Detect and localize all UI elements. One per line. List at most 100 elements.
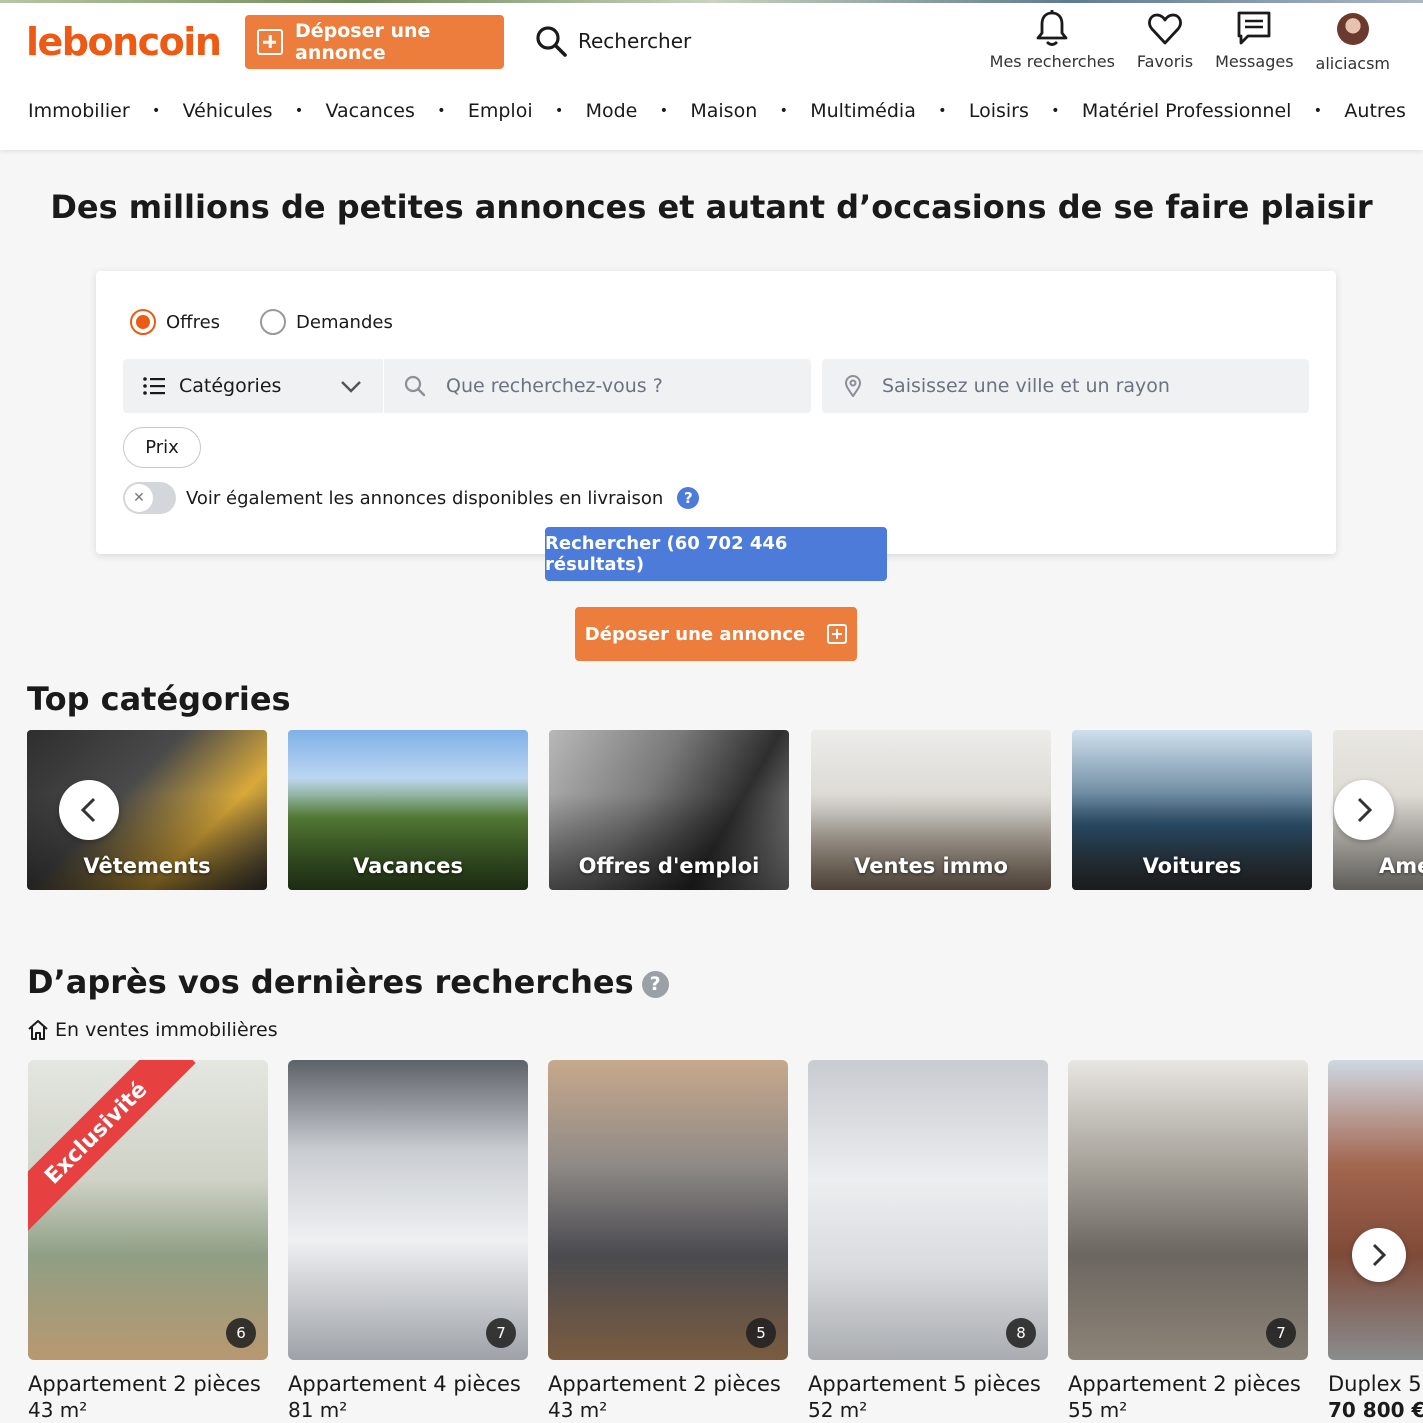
listing-price: 70 800 € <box>1328 1398 1423 1422</box>
ad-type-radios: Offres Demandes <box>130 309 393 335</box>
help-icon[interactable]: ? <box>641 970 669 998</box>
listing-photo: 7 <box>288 1060 528 1360</box>
search-link[interactable]: Rechercher <box>534 24 691 58</box>
tile-label: Vacances <box>352 854 464 878</box>
radio-offers[interactable]: Offres <box>130 309 220 335</box>
photo-count-badge: 7 <box>1266 1318 1296 1348</box>
chevron-left-icon <box>80 797 96 823</box>
radio-requests[interactable]: Demandes <box>260 309 393 335</box>
category-link[interactable]: Emploi <box>468 100 533 122</box>
top-categories-carousel: Vêtements Vacances Offres d'emploi Vente… <box>27 730 1423 890</box>
tile-label: Ventes immo <box>854 854 1008 878</box>
chevron-down-icon <box>341 381 361 393</box>
listing-photo: 8 <box>808 1060 1048 1360</box>
category-link[interactable]: Matériel Professionnel <box>1082 100 1292 122</box>
listings-carousel: Exclusivité 6 Appartement 2 pièces 43 m²… <box>28 1060 1423 1423</box>
nav-saved-searches-label: Mes recherches <box>989 52 1115 71</box>
search-link-label: Rechercher <box>578 29 692 53</box>
tile-label: Vêtements <box>83 854 211 878</box>
listing-card[interactable]: 8 Appartement 5 pièces 52 m² <box>808 1060 1048 1422</box>
category-link[interactable]: Véhicules <box>183 100 273 122</box>
category-tile-emploi[interactable]: Offres d'emploi <box>549 730 789 890</box>
tile-label: Ameublement <box>1379 854 1423 878</box>
plus-square-icon <box>827 624 848 644</box>
bell-icon <box>1036 10 1068 46</box>
listing-card[interactable]: 7 Appartement 2 pièces 55 m² <box>1068 1060 1308 1422</box>
category-link[interactable]: Maison <box>690 100 757 122</box>
deposit-ad-label: Déposer une annonce <box>295 20 431 64</box>
message-icon <box>1237 11 1271 45</box>
category-tile-vacances[interactable]: Vacances <box>288 730 528 890</box>
listing-surface: 43 m² <box>28 1398 88 1422</box>
radio-offers-label: Offres <box>166 311 221 333</box>
listing-surface: 55 m² <box>1068 1398 1128 1422</box>
user-nav: Mes recherches Favoris Messages aliciacs… <box>979 10 1401 73</box>
nav-account[interactable]: aliciacsm <box>1305 10 1401 73</box>
nav-messages-label: Messages <box>1215 52 1294 71</box>
category-link[interactable]: Vacances <box>326 100 415 122</box>
search-card: Offres Demandes Catégories Que recherche… <box>96 271 1336 554</box>
category-tile-ventes-immo[interactable]: Ventes immo <box>811 730 1051 890</box>
radio-checked-icon <box>130 309 156 335</box>
nav-messages[interactable]: Messages <box>1204 10 1304 73</box>
separator-dot: • <box>779 103 788 119</box>
separator-dot: • <box>1051 103 1060 119</box>
separator-dot: • <box>938 103 947 119</box>
avatar <box>1336 13 1369 45</box>
listing-card[interactable]: Exclusivité 6 Appartement 2 pièces 43 m² <box>28 1060 268 1422</box>
listing-card[interactable]: 5 Appartement 2 pièces 43 m² <box>548 1060 788 1422</box>
delivery-toggle[interactable]: ✕ <box>123 482 176 514</box>
category-link[interactable]: Immobilier <box>28 100 130 122</box>
search-icon <box>536 26 567 57</box>
deposit-ad-button-secondary[interactable]: Déposer une annonce <box>575 607 857 661</box>
location-input-placeholder: Saisissez une ville et un rayon <box>882 375 1170 397</box>
search-button[interactable]: Rechercher (60 702 446 résultats) <box>545 527 887 581</box>
close-icon: ✕ <box>125 484 153 512</box>
category-select[interactable]: Catégories <box>123 359 383 413</box>
recent-searches-title: D’après vos dernières recherches? <box>27 963 669 1001</box>
category-select-label: Catégories <box>179 375 282 397</box>
listing-photo: 5 <box>548 1060 788 1360</box>
nav-favorites[interactable]: Favoris <box>1126 10 1204 73</box>
listing-photo: Exclusivité 6 <box>28 1060 268 1360</box>
price-filter-button[interactable]: Prix <box>123 427 201 468</box>
location-input[interactable]: Saisissez une ville et un rayon <box>822 359 1309 413</box>
listing-title: Duplex 5 pièces <box>1328 1372 1423 1396</box>
separator-dot: • <box>1313 103 1323 119</box>
logo[interactable]: leboncoin <box>26 20 222 64</box>
delivery-toggle-row: ✕ Voir également les annonces disponible… <box>123 482 700 514</box>
listings-next-button[interactable] <box>1352 1228 1406 1282</box>
separator-dot: • <box>437 103 446 119</box>
search-input-placeholder: Que recherchez-vous ? <box>446 375 663 397</box>
listing-title: Appartement 2 pièces <box>1068 1372 1301 1396</box>
listing-title: Appartement 2 pièces <box>548 1372 781 1396</box>
recent-searches-subtitle-text: En ventes immobilières <box>55 1019 278 1041</box>
top-banner-strip <box>0 0 1423 3</box>
carousel-prev-button[interactable] <box>59 780 119 840</box>
category-link[interactable]: Multimédia <box>810 100 916 122</box>
carousel-next-button[interactable] <box>1334 780 1394 840</box>
search-input[interactable]: Que recherchez-vous ? <box>384 359 811 413</box>
photo-count-badge: 6 <box>226 1318 256 1348</box>
category-link[interactable]: Autres <box>1344 100 1405 122</box>
list-icon <box>143 377 165 395</box>
listing-surface: 52 m² <box>808 1398 868 1422</box>
tile-label: Voitures <box>1142 854 1242 878</box>
category-tile-voitures[interactable]: Voitures <box>1072 730 1312 890</box>
plus-square-icon <box>257 29 283 55</box>
category-link[interactable]: Mode <box>586 100 638 122</box>
radio-requests-label: Demandes <box>296 311 393 333</box>
recent-searches-title-text: D’après vos dernières recherches <box>27 963 634 1001</box>
category-link[interactable]: Loisirs <box>969 100 1029 122</box>
home-icon <box>28 1020 48 1040</box>
header: leboncoin Déposer une annonce Rechercher… <box>0 0 1423 150</box>
separator-dot: • <box>659 103 668 119</box>
listing-card[interactable]: 7 Appartement 4 pièces 81 m² <box>288 1060 528 1422</box>
chevron-right-icon <box>1357 797 1373 823</box>
listing-title: Appartement 5 pièces <box>808 1372 1041 1396</box>
nav-saved-searches[interactable]: Mes recherches <box>979 10 1126 73</box>
listing-title: Appartement 2 pièces <box>28 1372 261 1396</box>
separator-dot: • <box>294 103 304 119</box>
deposit-ad-button[interactable]: Déposer une annonce <box>245 15 504 69</box>
help-icon[interactable]: ? <box>677 487 700 509</box>
